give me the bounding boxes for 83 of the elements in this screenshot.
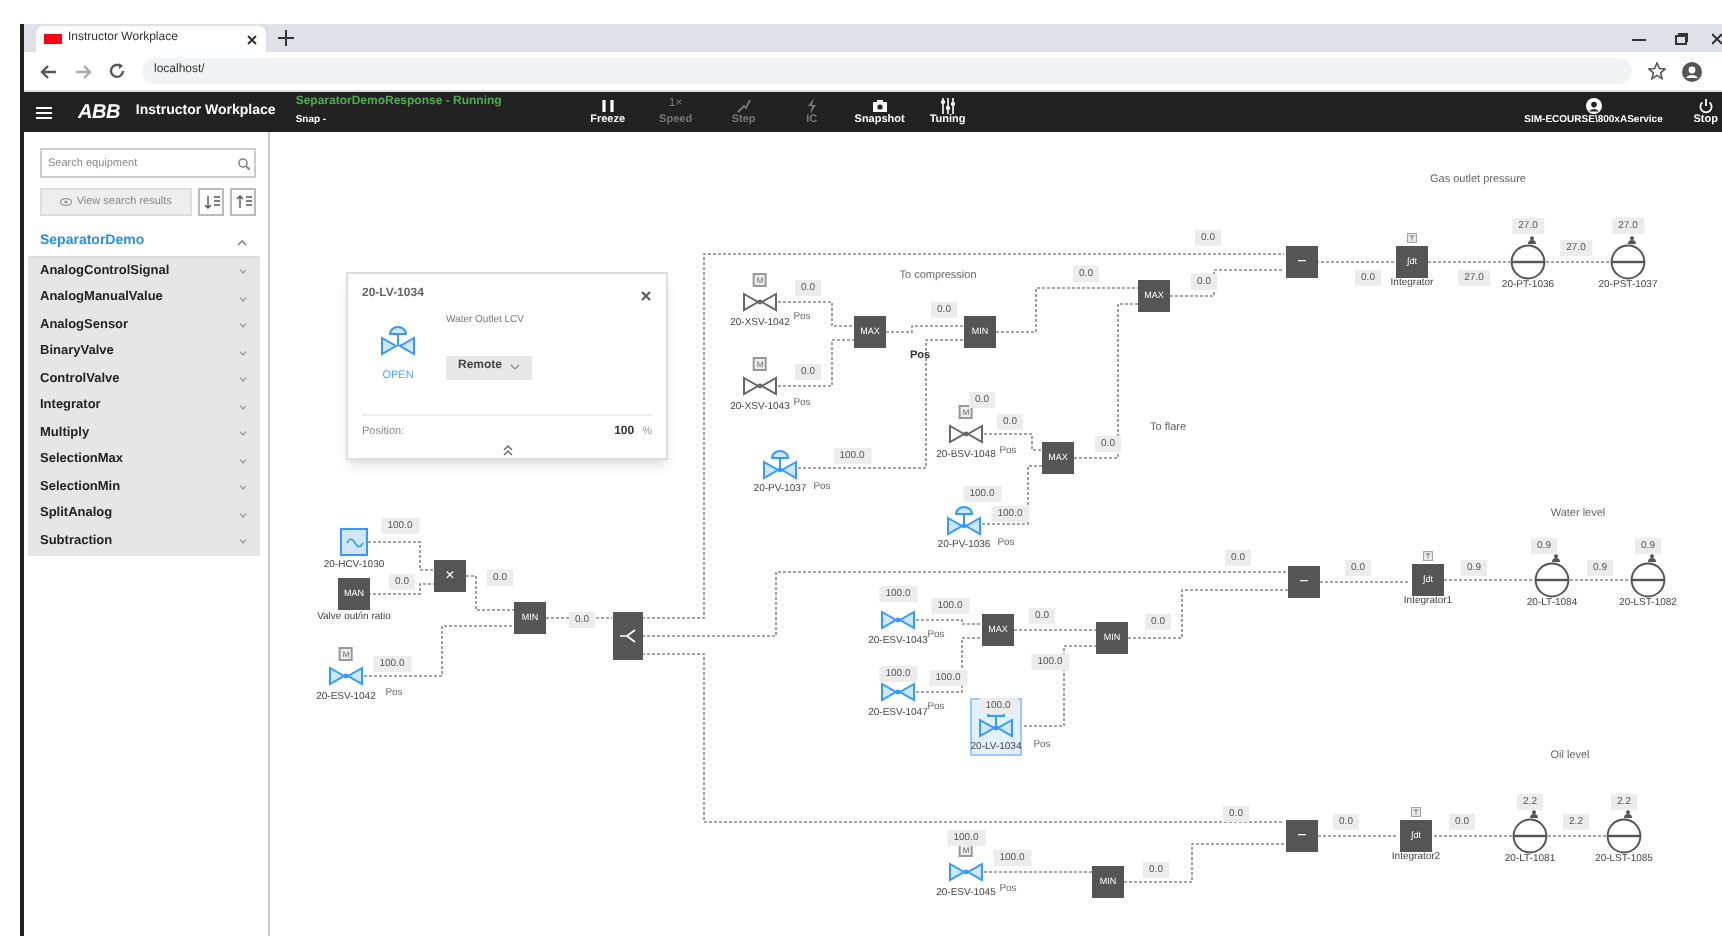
connector-line (545, 617, 613, 619)
connector-line (1569, 579, 1631, 581)
power-icon (1697, 97, 1714, 113)
connector-line (1317, 835, 1399, 837)
person-icon (1552, 554, 1560, 562)
wave-icon (345, 537, 363, 547)
connector-line (1427, 261, 1511, 263)
person-icon (1528, 236, 1536, 244)
connector-line (1433, 835, 1513, 837)
valve-icon[interactable] (762, 448, 798, 480)
camera-icon (871, 97, 888, 113)
connector-line (983, 871, 1093, 873)
eye-icon (60, 198, 73, 206)
new-tab-icon[interactable] (278, 30, 294, 46)
collapse-icon[interactable] (501, 444, 513, 456)
transmitter-icon[interactable] (1534, 562, 1570, 598)
badge-icon (1423, 551, 1433, 561)
sort-icon (235, 194, 252, 210)
reload-icon[interactable] (108, 62, 126, 80)
function-block[interactable]: × (434, 560, 466, 592)
valve-icon[interactable] (742, 374, 778, 398)
person-icon (1648, 554, 1656, 562)
badge-icon (1411, 807, 1421, 817)
menu-icon[interactable] (36, 105, 52, 119)
valve-icon[interactable] (880, 608, 916, 632)
function-block[interactable]: − (1286, 820, 1318, 852)
caret-icon (510, 364, 520, 370)
connector-line (1315, 261, 1395, 263)
transmitter-icon[interactable] (1512, 818, 1548, 854)
sliders-icon (939, 97, 956, 113)
chevron-icon (238, 268, 248, 275)
chevron-icon (238, 349, 248, 356)
search-icon (238, 157, 250, 169)
chevron-icon (238, 511, 248, 518)
connector-line (1547, 835, 1607, 837)
transmitter-icon[interactable] (1510, 244, 1546, 280)
close-icon[interactable] (246, 33, 258, 45)
valve-icon[interactable] (946, 504, 982, 536)
person-icon (1624, 810, 1632, 818)
valve-icon[interactable] (742, 290, 778, 314)
restore-icon[interactable] (1674, 32, 1688, 46)
chevron-icon (236, 238, 248, 246)
valve-icon[interactable] (948, 860, 984, 884)
close-icon[interactable] (640, 289, 652, 301)
account-icon[interactable] (1682, 61, 1702, 81)
back-icon[interactable] (40, 63, 58, 79)
sort-button[interactable] (198, 188, 225, 216)
function-block[interactable]: − (1286, 246, 1318, 278)
brand-logo: ABB (78, 99, 120, 127)
valve-icon[interactable] (948, 422, 984, 446)
chevron-icon (238, 322, 248, 329)
chevron-icon (238, 457, 248, 464)
badge-icon (1407, 233, 1417, 243)
close-icon[interactable] (1712, 32, 1722, 46)
connector-line (1319, 581, 1411, 583)
person-icon (1628, 236, 1636, 244)
star-icon[interactable] (1648, 62, 1666, 80)
connector-line (1443, 579, 1535, 581)
valve-icon[interactable] (880, 680, 916, 704)
valve-icon[interactable] (328, 664, 364, 688)
transmitter-icon[interactable] (1610, 244, 1646, 280)
pause-icon (599, 97, 616, 113)
transmitter-icon[interactable] (1630, 562, 1666, 598)
chevron-icon (238, 295, 248, 302)
function-block[interactable]: − (1288, 566, 1320, 598)
chevron-icon (238, 484, 248, 491)
person-icon (1530, 810, 1538, 818)
logo-icon (44, 34, 62, 44)
chevron-icon (238, 403, 248, 410)
connector-line (465, 575, 515, 611)
sort-button[interactable] (230, 188, 257, 216)
transmitter-icon[interactable] (1606, 818, 1642, 854)
splitter-block[interactable] (613, 612, 643, 660)
split-icon (619, 628, 637, 644)
chevron-icon (238, 376, 248, 383)
connector-line (1545, 261, 1611, 263)
chevron-icon (238, 538, 248, 545)
step-icon (735, 97, 752, 113)
user-icon[interactable] (1585, 98, 1602, 114)
lightning-icon (803, 97, 820, 113)
chevron-icon (238, 430, 248, 437)
connector-line (367, 583, 435, 595)
sort-icon (203, 194, 220, 210)
